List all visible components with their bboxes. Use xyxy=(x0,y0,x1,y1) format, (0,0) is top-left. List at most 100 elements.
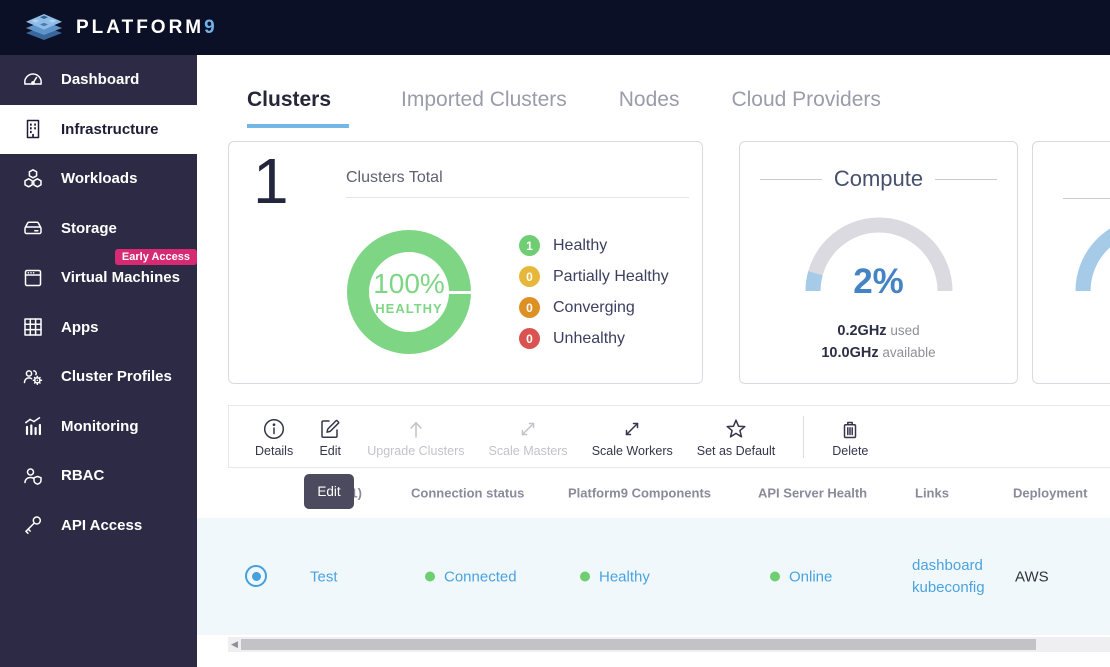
compute-card-title: Compute xyxy=(834,166,923,192)
clipped-card xyxy=(1032,141,1110,384)
top-bar: PLATFORM9 xyxy=(0,0,1110,55)
status-dot xyxy=(580,572,590,582)
row-radio-button[interactable] xyxy=(245,565,267,587)
compute-used: 0.2GHz used xyxy=(740,323,1017,339)
compute-card: Compute 2% 0.2GHz used 10.0GHz available xyxy=(739,141,1018,384)
deployment-cell: AWS xyxy=(1015,568,1049,585)
drive-icon xyxy=(21,216,45,240)
cluster-name-link[interactable]: Test xyxy=(310,568,338,585)
column-header-links[interactable]: Links xyxy=(915,486,949,501)
app-window: PLATFORM9 Dashboard Infrastructure Workl… xyxy=(0,0,1110,667)
upgrade-clusters-button[interactable]: Upgrade Clusters xyxy=(367,416,464,458)
people-gear-icon xyxy=(21,365,45,389)
partially-healthy-count-badge: 0 xyxy=(519,266,540,287)
brand-name: PLATFORM xyxy=(76,17,204,38)
key-icon xyxy=(21,513,45,537)
sidebar-item-label: RBAC xyxy=(61,467,104,484)
tab-cloud-providers[interactable]: Cloud Providers xyxy=(731,88,880,128)
column-header-connection-status[interactable]: Connection status xyxy=(411,486,524,501)
early-access-badge: Early Access xyxy=(115,249,197,265)
edit-tooltip: Edit xyxy=(304,474,354,509)
sidebar-item-label: Workloads xyxy=(61,170,137,187)
sidebar-item-label: Storage xyxy=(61,220,117,237)
sidebar-item-label: Cluster Profiles xyxy=(61,368,172,385)
kubeconfig-link[interactable]: kubeconfig xyxy=(912,577,985,599)
horizontal-scrollbar[interactable]: ◀ xyxy=(228,637,1110,652)
donut-percent: 100% xyxy=(373,268,445,300)
platform9-logo[interactable]: PLATFORM9 xyxy=(22,11,215,45)
brand-accent: 9 xyxy=(204,17,215,38)
links-cell: dashboard kubeconfig xyxy=(912,555,985,599)
clusters-total-card: 1 Clusters Total 100% HEALTHY 1 Healthy … xyxy=(228,141,703,384)
sidebar-item-label: Infrastructure xyxy=(61,121,159,138)
column-header-api-server-health[interactable]: API Server Health xyxy=(758,486,867,501)
scrollbar-thumb[interactable] xyxy=(241,639,1036,650)
sidebar-item-api-access[interactable]: API Access xyxy=(0,501,197,551)
api-server-health-cell: Online xyxy=(770,568,832,585)
sidebar-item-label: API Access xyxy=(61,517,142,534)
set-as-default-button[interactable]: Set as Default xyxy=(697,416,776,458)
compute-percent: 2% xyxy=(740,262,1017,302)
grid-icon xyxy=(21,315,45,339)
edit-button[interactable]: Edit xyxy=(317,416,343,458)
connection-status-cell: Connected xyxy=(425,568,517,585)
tab-bar: Clusters Imported Clusters Nodes Cloud P… xyxy=(247,88,881,128)
details-button[interactable]: Details xyxy=(255,416,293,458)
sidebar-item-cluster-profiles[interactable]: Cluster Profiles xyxy=(0,352,197,402)
clipped-gauge-chart xyxy=(1069,207,1110,297)
delete-button[interactable]: Delete xyxy=(832,416,868,458)
building-icon xyxy=(21,117,45,141)
donut-label: HEALTHY xyxy=(375,301,442,316)
main-content: Clusters Imported Clusters Nodes Cloud P… xyxy=(197,55,1110,667)
toolbar-divider xyxy=(803,416,804,458)
table-row[interactable]: Test Connected Healthy Online dashboard … xyxy=(197,518,1110,635)
arrow-up-icon xyxy=(403,416,429,442)
tab-nodes[interactable]: Nodes xyxy=(619,88,680,128)
health-donut-chart: 100% HEALTHY xyxy=(347,230,471,354)
column-header-deployment[interactable]: Deployment xyxy=(1013,486,1087,501)
scale-workers-button[interactable]: Scale Workers xyxy=(592,416,673,458)
title-line-left xyxy=(1063,198,1110,199)
health-legend: 1 Healthy 0 Partially Healthy 0 Convergi… xyxy=(519,235,669,349)
sidebar-item-monitoring[interactable]: Monitoring xyxy=(0,402,197,452)
star-icon xyxy=(723,416,749,442)
clusters-count: 1 xyxy=(253,144,289,218)
title-divider xyxy=(346,197,689,198)
sidebar-item-storage[interactable]: Storage xyxy=(0,204,197,254)
converging-count-badge: 0 xyxy=(519,297,540,318)
scale-diagonal-icon xyxy=(515,416,541,442)
sidebar-item-virtual-machines[interactable]: Early Access Virtual Machines xyxy=(0,253,197,303)
sidebar-item-workloads[interactable]: Workloads xyxy=(0,154,197,204)
info-icon xyxy=(261,416,287,442)
platform9-components-cell: Healthy xyxy=(580,568,650,585)
sidebar-item-label: Apps xyxy=(61,319,99,336)
sidebar-item-label: Virtual Machines xyxy=(61,269,180,286)
legend-item-partially-healthy: 0 Partially Healthy xyxy=(519,266,669,287)
clusters-card-title: Clusters Total xyxy=(346,169,443,187)
trash-icon xyxy=(837,416,863,442)
sidebar-item-rbac[interactable]: RBAC xyxy=(0,451,197,501)
healthy-count-badge: 1 xyxy=(519,235,540,256)
tab-imported-clusters[interactable]: Imported Clusters xyxy=(401,88,567,128)
dashboard-link[interactable]: dashboard xyxy=(912,555,985,577)
compute-available: 10.0GHz available xyxy=(740,345,1017,361)
scale-masters-button[interactable]: Scale Masters xyxy=(488,416,567,458)
scale-diagonal-icon xyxy=(619,416,645,442)
scroll-left-arrow-icon[interactable]: ◀ xyxy=(229,637,240,652)
vm-window-icon xyxy=(21,266,45,290)
column-header-platform9-components[interactable]: Platform9 Components xyxy=(568,486,711,501)
legend-item-unhealthy: 0 Unhealthy xyxy=(519,328,669,349)
status-dot xyxy=(425,572,435,582)
sidebar-item-infrastructure[interactable]: Infrastructure xyxy=(0,105,197,155)
cubes-icon xyxy=(21,167,45,191)
tab-clusters[interactable]: Clusters xyxy=(247,88,349,128)
sidebar-item-apps[interactable]: Apps xyxy=(0,303,197,353)
title-line-left xyxy=(760,179,822,180)
sidebar-item-label: Monitoring xyxy=(61,418,138,435)
unhealthy-count-badge: 0 xyxy=(519,328,540,349)
title-line-right xyxy=(935,179,997,180)
status-dot xyxy=(770,572,780,582)
sidebar: Dashboard Infrastructure Workloads Stora… xyxy=(0,55,197,667)
edit-pencil-icon xyxy=(317,416,343,442)
sidebar-item-dashboard[interactable]: Dashboard xyxy=(0,55,197,105)
